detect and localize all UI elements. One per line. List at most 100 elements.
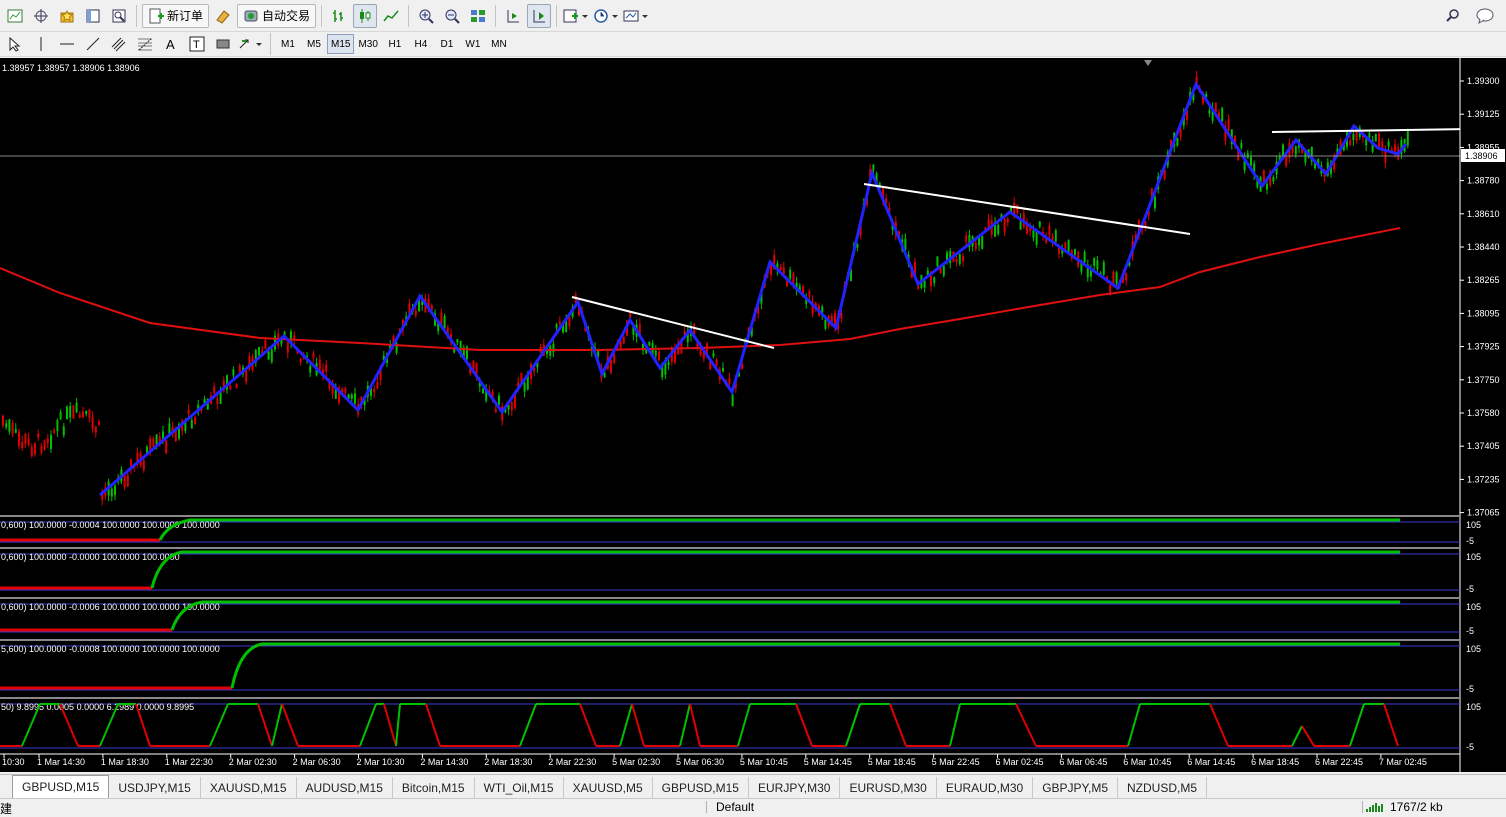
- chart-tab-eurusd-m30[interactable]: EURUSD,M30: [840, 777, 937, 798]
- candle-body: [622, 336, 625, 344]
- favorites-icon[interactable]: [55, 4, 79, 28]
- line-chart-icon[interactable]: [379, 4, 403, 28]
- navigator-icon[interactable]: [81, 4, 105, 28]
- indicator-pane[interactable]: 5,600) 100.0000 -0.0008 100.0000 100.000…: [0, 639, 1481, 694]
- timeframe-d1[interactable]: D1: [434, 34, 460, 54]
- oscillator-segment: [689, 703, 701, 747]
- main-chart-pane[interactable]: 1.38957 1.38957 1.38906 1.38906: [0, 58, 1471, 514]
- chart-tab-xauusd-m15[interactable]: XAUUSD,M15: [201, 777, 297, 798]
- chart-tab-bitcoin-m15[interactable]: Bitcoin,M15: [393, 777, 475, 798]
- time-tick-label: 1 Mar 18:30: [101, 757, 149, 767]
- time-tick-label: 2 Mar 22:30: [548, 757, 596, 767]
- chart-tab-usdjpy-m15[interactable]: USDJPY,M15: [109, 777, 201, 798]
- timeframe-m30[interactable]: M30: [354, 34, 381, 54]
- text-label-icon[interactable]: T: [185, 32, 209, 56]
- price-chart[interactable]: 1.38957 1.38957 1.38906 1.38906 1.39300 1…: [0, 58, 1506, 772]
- chart-tab-gbpjpy-m5[interactable]: GBPJPY,M5: [1033, 777, 1118, 798]
- connection-status[interactable]: 1767/2 kb: [1366, 800, 1443, 814]
- rectangle-icon[interactable]: [211, 32, 235, 56]
- candlestick-chart-icon[interactable]: [353, 3, 378, 28]
- text-icon[interactable]: A: [159, 32, 183, 56]
- cursor-icon[interactable]: [3, 32, 27, 56]
- candle-body: [955, 259, 958, 263]
- new-order-button[interactable]: 新订单: [142, 3, 210, 28]
- indicator-pane[interactable]: 0,600) 100.0000 -0.0006 100.0000 100.000…: [0, 597, 1481, 636]
- trend-line-icon[interactable]: [81, 32, 105, 56]
- current-price-label: 1.38906: [1461, 149, 1505, 162]
- fibonacci-icon[interactable]: [133, 32, 157, 56]
- candle-body: [270, 349, 273, 363]
- chart-tab-gbpusd-m15-2[interactable]: GBPUSD,M15: [653, 777, 749, 798]
- periods-menu-icon[interactable]: [592, 4, 620, 28]
- crosshair-icon[interactable]: [29, 4, 53, 28]
- candle-body: [75, 402, 78, 413]
- candle-body: [1083, 251, 1086, 263]
- timeframe-h4[interactable]: H4: [408, 34, 434, 54]
- timeframe-m15[interactable]: M15: [327, 34, 355, 54]
- chart-tab-nzdusd-m5[interactable]: NZDUSD,M5: [1118, 777, 1208, 798]
- time-tick-label: 10:30: [2, 757, 25, 767]
- status-divider: [1362, 801, 1363, 813]
- timeframe-w1[interactable]: W1: [460, 34, 486, 54]
- candle-body: [1048, 225, 1051, 236]
- candle-body: [1294, 146, 1297, 155]
- zoom-in-icon[interactable]: [414, 4, 438, 28]
- bar-chart-icon[interactable]: [327, 4, 351, 28]
- indicators-menu-icon[interactable]: [562, 4, 590, 28]
- candle-body: [62, 426, 65, 436]
- chart-tab-audusd-m15[interactable]: AUDUSD,M15: [297, 777, 393, 798]
- new-chart-icon[interactable]: [3, 4, 27, 28]
- chart-window[interactable]: 1.38957 1.38957 1.38906 1.38906 1.39300 1…: [0, 58, 1506, 772]
- indicator-pane[interactable]: 0,600) 100.0000 -0.0000 100.0000 100.000…: [0, 547, 1481, 594]
- oscillator-segment: [383, 703, 397, 747]
- timeframe-m5[interactable]: M5: [301, 34, 327, 54]
- candle-body: [21, 441, 24, 449]
- arrows-menu-icon[interactable]: [237, 32, 265, 56]
- chart-tab-gbpusd-m15[interactable]: GBPUSD,M15: [12, 775, 110, 798]
- time-axis[interactable]: 10:30 1 Mar 14:30 1 Mar 18:30 1 Mar 22:30 2 …: [0, 753, 1460, 767]
- auto-scroll-icon[interactable]: [527, 3, 552, 28]
- chart-tab-euraud-m30[interactable]: EURAUD,M30: [937, 777, 1034, 798]
- svg-text:A: A: [166, 37, 175, 52]
- candle-body: [1387, 141, 1390, 147]
- timeframe-mn[interactable]: MN: [486, 34, 512, 54]
- zoom-out-icon[interactable]: [440, 4, 464, 28]
- vertical-line-icon[interactable]: [29, 32, 53, 56]
- indicator-scale-top: 105: [1466, 520, 1481, 530]
- candle-body: [728, 378, 731, 384]
- horizontal-line-icon[interactable]: [55, 32, 79, 56]
- indicator-pane[interactable]: 0,600) 100.0000 -0.0004 100.0000 100.000…: [0, 515, 1481, 546]
- search-icon[interactable]: [1446, 8, 1460, 25]
- time-tick-label: 5 Mar 10:45: [740, 757, 788, 767]
- chat-icon[interactable]: [1476, 8, 1494, 27]
- time-tick-label: 1 Mar 22:30: [165, 757, 213, 767]
- indicator-scale-top: 105: [1466, 602, 1481, 612]
- indicator-scale-top: 105: [1466, 552, 1481, 562]
- templates-menu-icon[interactable]: [622, 4, 650, 28]
- strategy-tester-icon[interactable]: [107, 4, 131, 28]
- candle-body: [98, 421, 100, 426]
- chart-tab-eurjpy-m30[interactable]: EURJPY,M30: [749, 777, 841, 798]
- candle-body: [245, 371, 248, 383]
- price-tick-label: 1.38440: [1467, 242, 1500, 252]
- time-tick-label: 6 Mar 10:45: [1123, 757, 1171, 767]
- candle-body: [94, 426, 97, 433]
- candle-body: [1227, 119, 1230, 131]
- chart-tab-xauusd-m5[interactable]: XAUUSD,M5: [564, 777, 653, 798]
- status-text: 建: [0, 802, 13, 816]
- candle-body: [43, 440, 46, 450]
- timeframe-h1[interactable]: H1: [382, 34, 408, 54]
- chart-tab-wti-oil-m15[interactable]: WTI_Oil,M15: [475, 777, 564, 798]
- auto-trading-button[interactable]: 自动交易: [237, 3, 317, 28]
- indicator-pane[interactable]: 50) 9.8995 0.0005 0.0000 6.2989 0.0000 9…: [0, 697, 1481, 752]
- chart-shift-icon[interactable]: [501, 4, 525, 28]
- timeframe-m1[interactable]: M1: [275, 34, 301, 54]
- time-tick-label: 5 Mar 18:45: [868, 757, 916, 767]
- metaeditor-icon[interactable]: [211, 4, 235, 28]
- candle-body: [974, 242, 977, 250]
- oscillator-segment: [425, 703, 441, 747]
- tile-windows-icon[interactable]: [466, 4, 490, 28]
- candle-body: [824, 319, 827, 329]
- profile-name[interactable]: Default: [716, 800, 754, 814]
- equidistant-channel-icon[interactable]: [107, 32, 131, 56]
